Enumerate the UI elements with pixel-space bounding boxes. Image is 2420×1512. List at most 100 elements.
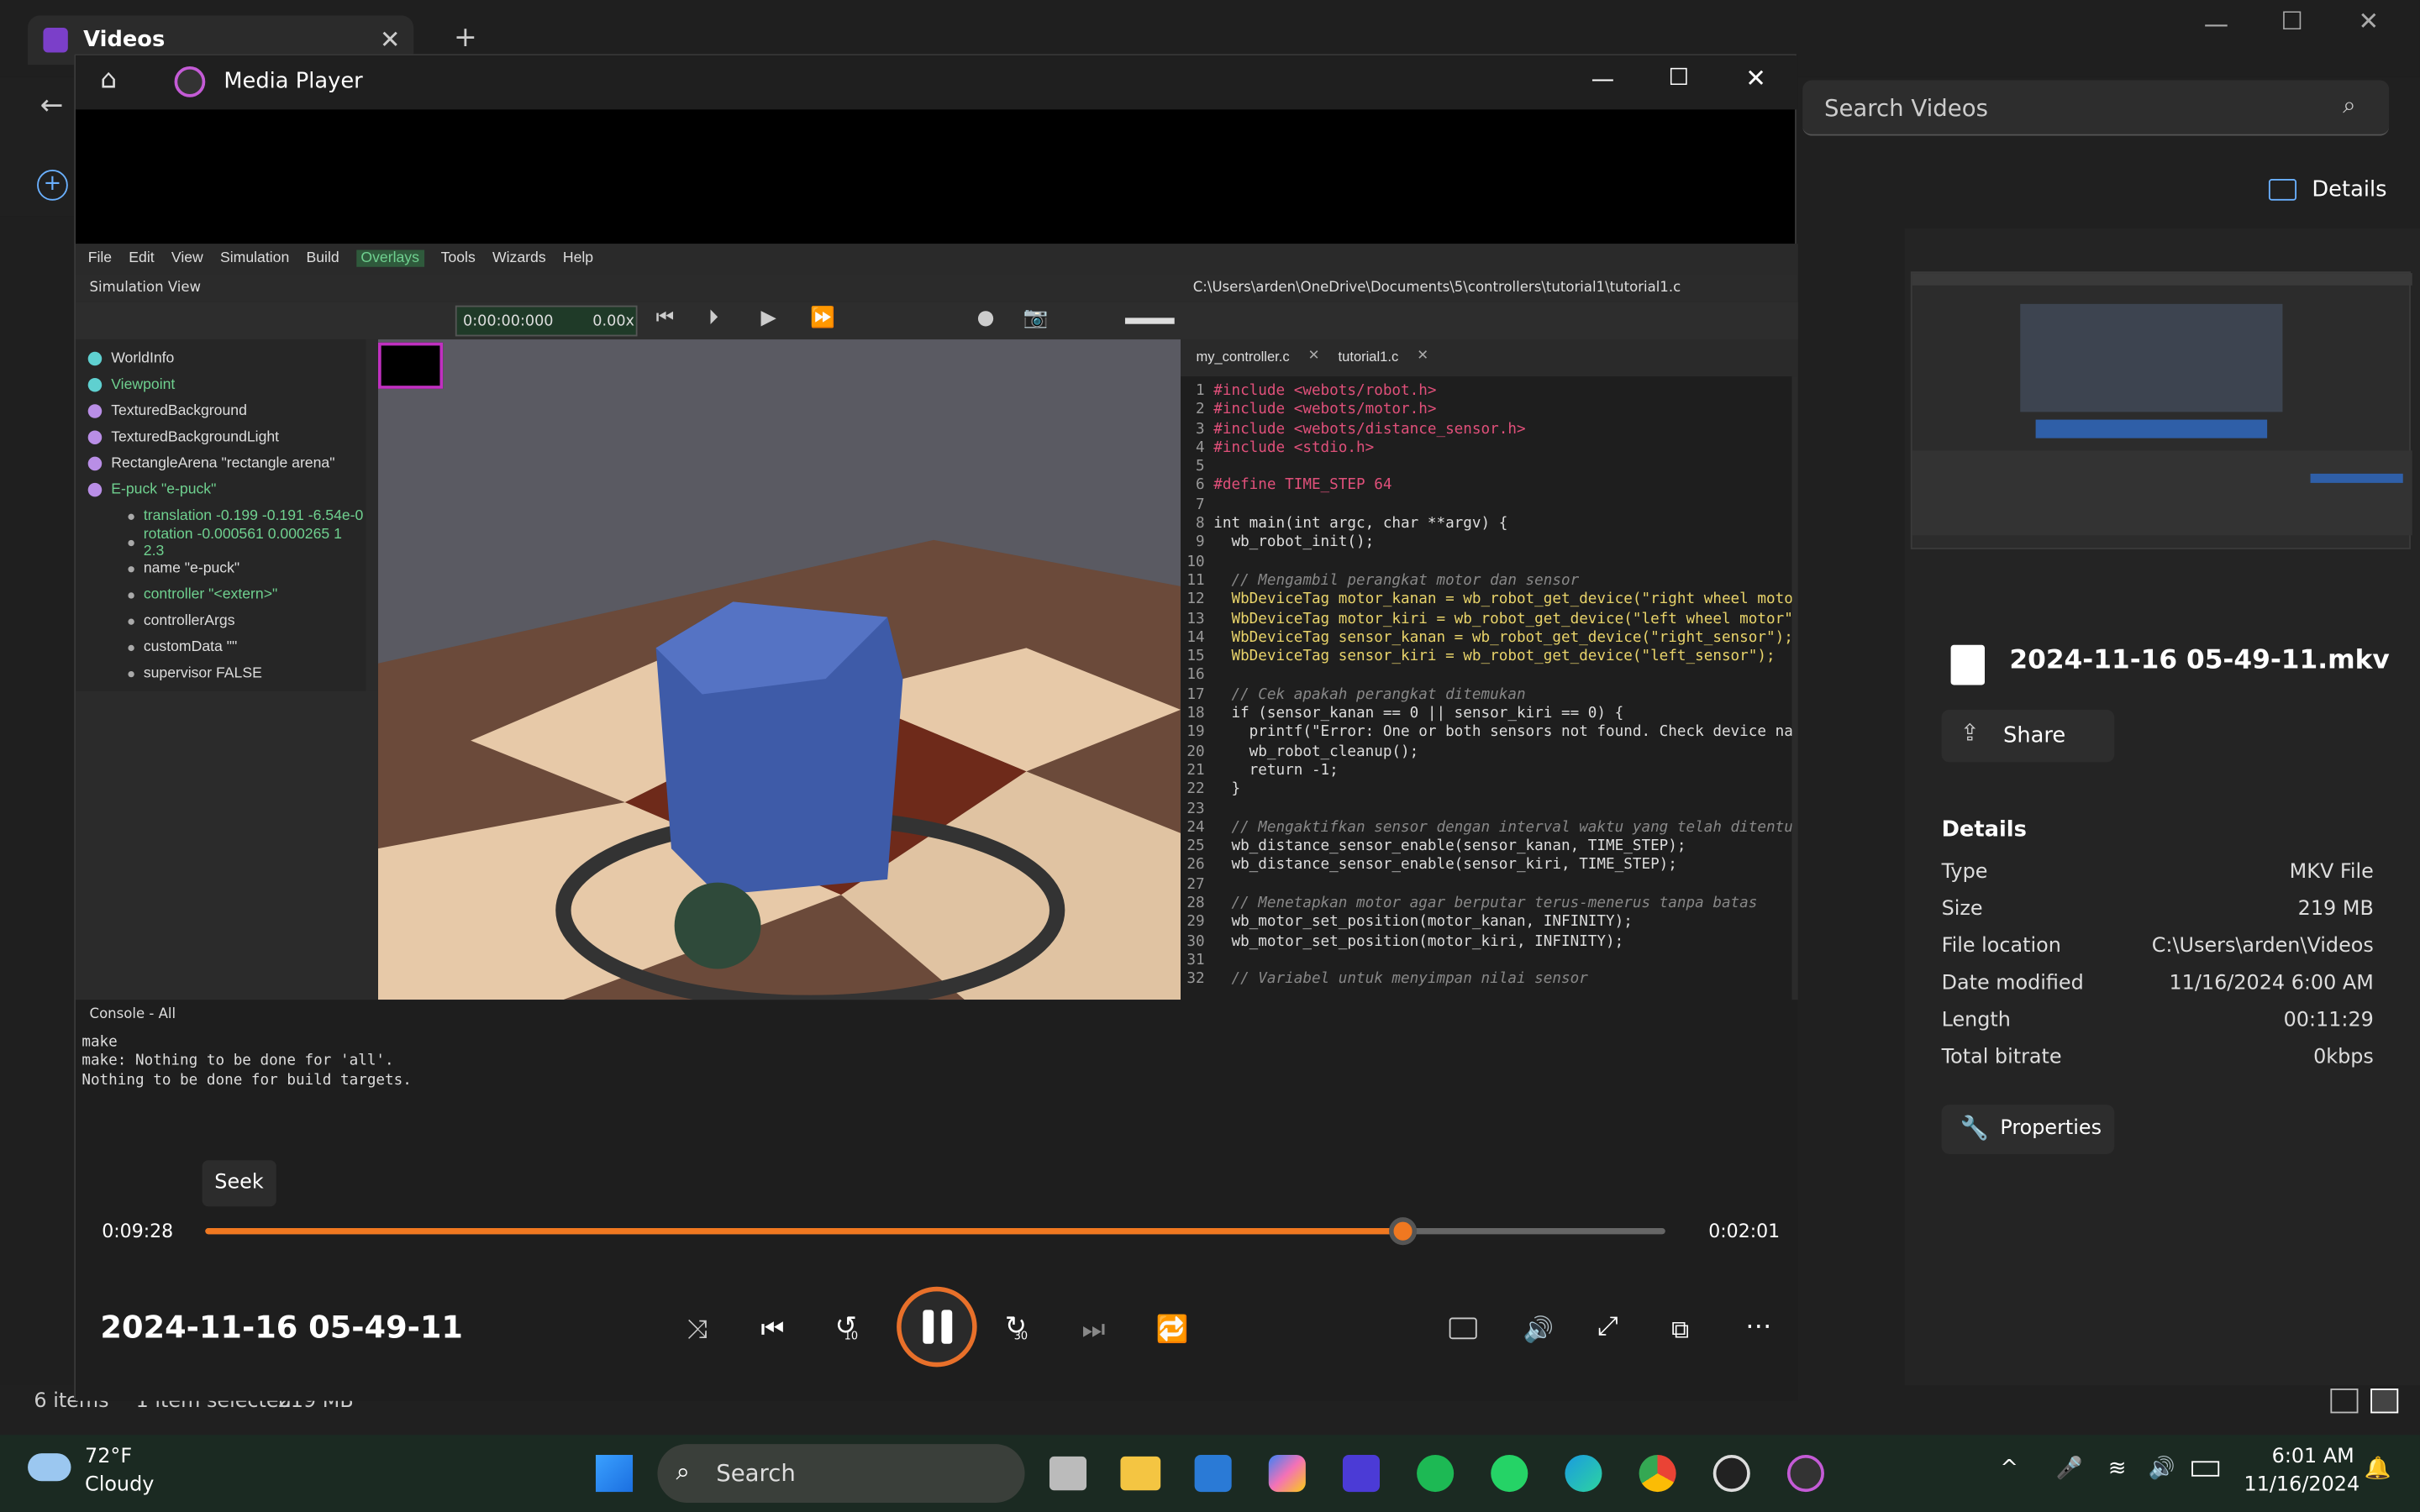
overlay-selector[interactable] (377, 342, 444, 389)
volume-slider[interactable] (1124, 318, 1175, 324)
list-view-icon[interactable] (2330, 1389, 2359, 1414)
obs-icon[interactable] (1712, 1455, 1750, 1493)
minimize-icon[interactable]: — (2204, 9, 2228, 39)
close-tab-icon[interactable]: ✕ (380, 24, 401, 54)
next-icon[interactable]: ⏭ (1082, 1315, 1106, 1346)
scene-tree-item[interactable]: name "e-puck" (128, 555, 239, 581)
step-icon[interactable]: ⏵ (708, 307, 718, 331)
scene-tree-item[interactable]: Viewpoint (87, 372, 175, 398)
clock-time[interactable]: 6:01 AM (2272, 1446, 2354, 1469)
scene-tree-item[interactable]: rotation -0.000561 0.000265 1 2.3 (128, 525, 366, 559)
menu-item-tools[interactable]: Tools (441, 250, 476, 267)
scene-tree-item[interactable]: supervisor FALSE (128, 660, 262, 686)
rewind-icon[interactable]: ⏮ (656, 307, 674, 331)
menu-item-wizards[interactable]: Wizards (492, 250, 546, 267)
menu-item-edit[interactable]: Edit (129, 250, 154, 267)
start-icon[interactable] (595, 1455, 634, 1493)
details-heading: Details (1941, 817, 2027, 843)
seek-thumb[interactable] (1388, 1217, 1417, 1246)
menu-item-build[interactable]: Build (306, 250, 339, 267)
menu-item-help[interactable]: Help (563, 250, 593, 267)
new-tab-icon[interactable]: + (454, 22, 477, 55)
menu-item-view[interactable]: View (171, 250, 203, 267)
skip-forward-button[interactable]: ↻ 30 (1005, 1311, 1039, 1348)
battery-icon[interactable] (2191, 1461, 2220, 1477)
home-icon[interactable]: ⌂ (100, 65, 117, 96)
repeat-icon[interactable]: 🔁 (1156, 1315, 1189, 1346)
menu-item-file[interactable]: File (88, 250, 112, 267)
scene-tree-item[interactable]: controllerArgs (128, 608, 235, 634)
clock-date[interactable]: 11/16/2024 (2244, 1473, 2360, 1497)
editor-tab[interactable]: my_controller.c (1196, 349, 1289, 364)
video-frame[interactable]: File Edit View Simulation Build Overlays Tools… (75, 244, 1798, 1200)
volume-icon[interactable]: 🔊 (1523, 1315, 1555, 1344)
properties-button[interactable]: 🔧 Properties (1941, 1105, 2115, 1154)
chrome-icon[interactable] (1639, 1455, 1676, 1493)
store-icon[interactable] (1194, 1455, 1232, 1493)
code-editor[interactable]: 1 #include <webots/robot.h> 2 #include <… (1181, 376, 1792, 1000)
edge-icon[interactable] (1565, 1455, 1602, 1493)
scene-tree-item[interactable]: customData "" (128, 634, 237, 660)
taskbar-search[interactable]: ⌕ Search (657, 1444, 1025, 1503)
fullscreen-icon[interactable]: ⤢ (1597, 1311, 1618, 1342)
share-button[interactable]: ⇪ Share (1941, 709, 2115, 763)
pause-button[interactable] (897, 1286, 977, 1368)
node-icon (87, 404, 103, 418)
file-explorer-icon[interactable] (1120, 1456, 1161, 1491)
add-icon[interactable]: + (37, 170, 68, 201)
play-icon[interactable]: ▶ (760, 307, 776, 331)
media-player-taskbar-icon[interactable] (1786, 1455, 1824, 1493)
simulation-view-label: Simulation View (89, 281, 202, 297)
more-options-icon[interactable]: ⋯ (1745, 1311, 1771, 1342)
task-view-icon[interactable] (1049, 1456, 1087, 1491)
visual-studio-icon[interactable] (1342, 1455, 1381, 1493)
maximize-icon[interactable]: ☐ (2281, 6, 2303, 35)
line-number: 10 (1186, 553, 1214, 570)
notification-bell-icon[interactable]: 🔔 (2365, 1457, 2391, 1481)
seek-bar[interactable] (205, 1217, 1665, 1246)
previous-icon[interactable]: ⏮ (760, 1315, 784, 1346)
editor-tab[interactable]: tutorial1.c (1339, 349, 1399, 364)
close-icon[interactable]: ✕ (1417, 349, 1428, 364)
search-videos-box[interactable]: Search Videos ⌕ (1802, 80, 2390, 136)
close-icon[interactable]: ✕ (1745, 63, 1766, 92)
3d-view[interactable] (377, 339, 1181, 1000)
grid-view-icon[interactable] (2370, 1389, 2399, 1414)
seek-bar-fill (205, 1228, 1403, 1235)
scene-tree-item[interactable]: controller "<extern>" (128, 581, 277, 607)
whatsapp-icon[interactable] (1491, 1455, 1528, 1493)
scene-tree-item[interactable]: E-puck "e-puck" (87, 477, 216, 503)
speaker-icon[interactable]: 🔊 (2149, 1457, 2175, 1481)
wifi-icon[interactable]: ≋ (2108, 1457, 2127, 1481)
scene-tree-item[interactable]: TexturedBackgroundLight (87, 424, 279, 450)
camera-icon[interactable]: 📷 (1023, 307, 1049, 331)
code-text: // Mengaktifkan sensor dengan interval w… (1213, 818, 1792, 837)
fast-forward-icon[interactable]: ⏩ (810, 307, 835, 331)
shuffle-icon[interactable]: ⤨ (687, 1315, 708, 1346)
details-rows: Type MKV File Size 219 MB File location C:\Us… (1942, 861, 2374, 1083)
microphone-icon[interactable]: 🎤 (2055, 1457, 2082, 1481)
scene-tree-item[interactable]: WorldInfo (87, 345, 174, 371)
skip-back-button[interactable]: ↺ 10 (835, 1311, 869, 1348)
copilot-icon[interactable] (1268, 1455, 1306, 1493)
scene-tree-item[interactable]: RectangleArena "rectangle arena" (87, 450, 334, 476)
back-arrow-icon[interactable]: ← (40, 90, 64, 123)
line-number: 23 (1186, 800, 1214, 817)
details-button[interactable]: Details (2268, 176, 2392, 207)
close-window-icon[interactable]: ✕ (2358, 6, 2379, 35)
details-row: Total bitrate 0kbps (1942, 1046, 2374, 1083)
close-icon[interactable]: ✕ (1308, 349, 1320, 364)
node-icon (87, 351, 103, 366)
spotify-icon[interactable] (1417, 1455, 1455, 1493)
record-icon[interactable]: ● (977, 307, 995, 331)
editor-toolbar (1181, 302, 1798, 340)
mini-player-icon[interactable]: ⧉ (1671, 1315, 1689, 1346)
scene-tree-item[interactable]: TexturedBackground (87, 398, 247, 424)
search-icon[interactable]: ⌕ (2343, 91, 2355, 118)
maximize-icon[interactable]: ☐ (1668, 63, 1689, 91)
menu-item-overlays[interactable]: Overlays (355, 249, 424, 267)
minimize-icon[interactable]: — (1591, 65, 1615, 92)
chevron-up-icon[interactable]: ^ (2000, 1457, 2018, 1481)
captions-icon[interactable] (1449, 1317, 1477, 1340)
menu-item-simulation[interactable]: Simulation (220, 250, 289, 267)
